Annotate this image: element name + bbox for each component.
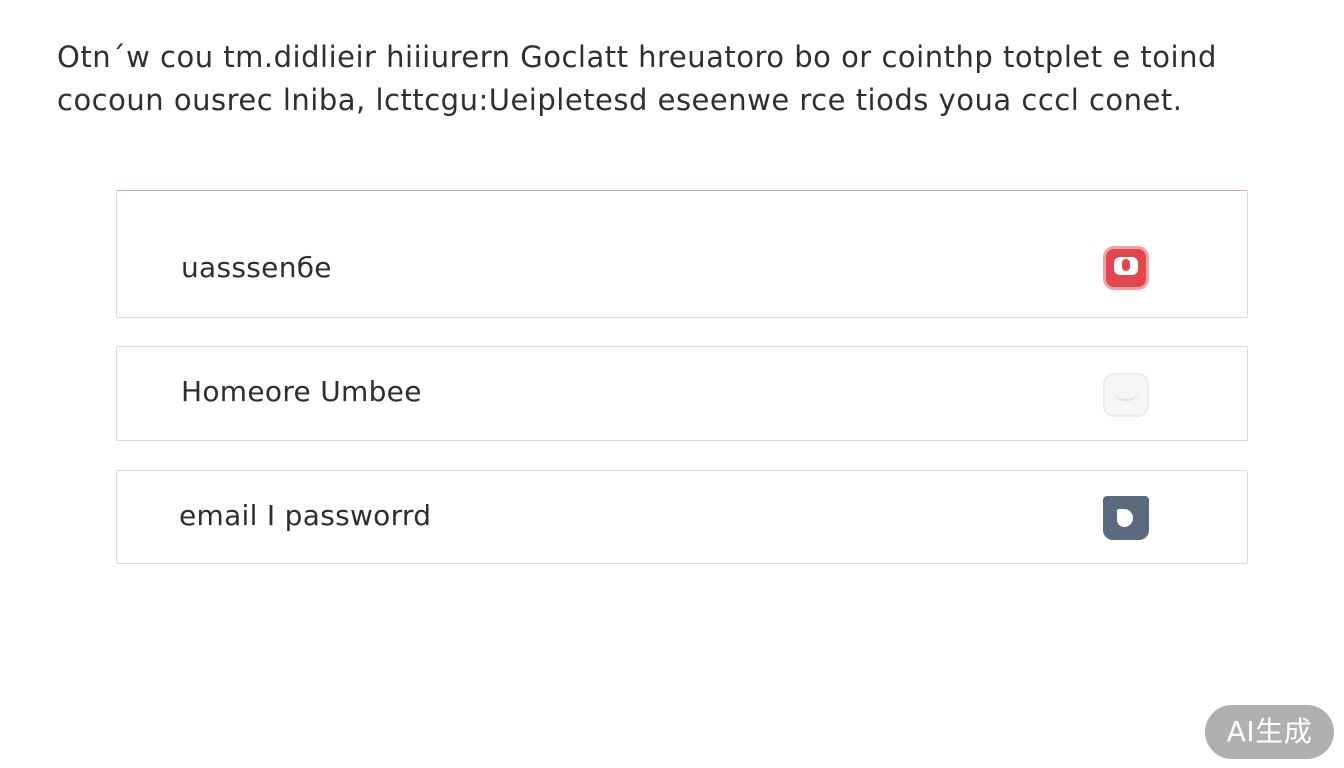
phone-number-field[interactable]: Homeore Umbee (116, 346, 1248, 441)
ai-generated-badge: AI生成 (1205, 705, 1334, 759)
username-field[interactable]: uasssenбe (116, 190, 1248, 318)
email-password-field-label: email I passworrd (179, 499, 432, 532)
username-field-label: uasssenбe (181, 251, 332, 284)
document-icon[interactable] (1103, 496, 1149, 540)
phone-number-field-label: Homeore Umbee (181, 375, 422, 408)
email-password-field[interactable]: email I passworrd (116, 470, 1248, 564)
intro-text: Otn´w cou tm.didlieir hiiiurern Goclatt … (57, 36, 1307, 122)
intro-line-1: Otn´w cou tm.didlieir hiiiurern Goclatt … (57, 40, 1217, 74)
intro-line-2: cocoun ousrec lniba, lcttcgu:Ueipletesd … (57, 83, 1183, 117)
phone-icon[interactable] (1103, 373, 1149, 417)
camera-icon[interactable] (1103, 246, 1149, 290)
